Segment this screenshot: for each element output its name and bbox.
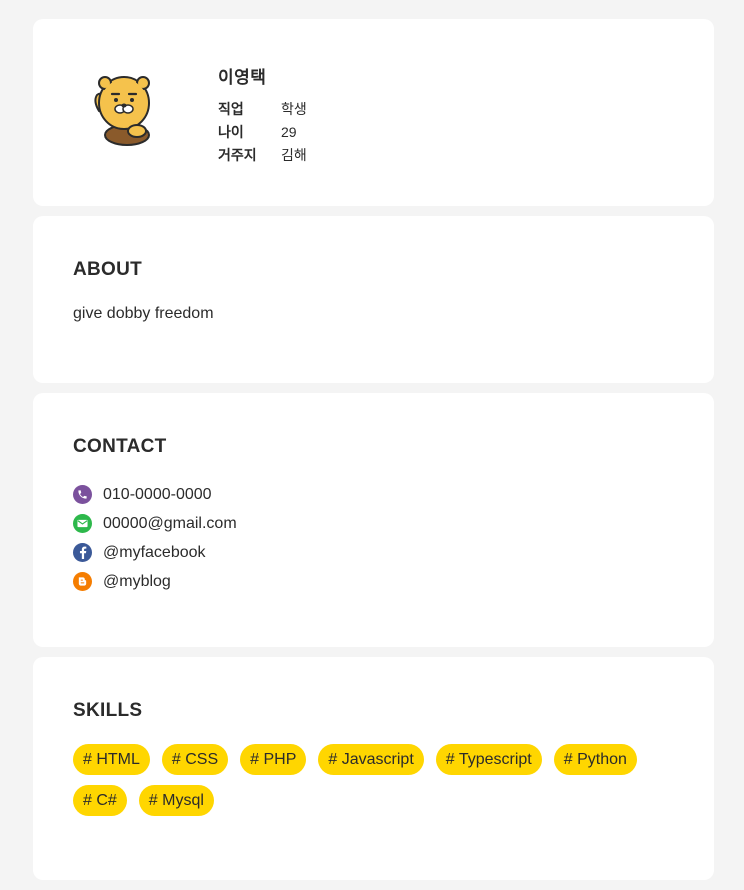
- info-row-age: 나이 29: [218, 121, 307, 144]
- facebook-icon: [73, 543, 92, 562]
- profile-info-table: 직업 학생 나이 29 거주지 김해: [218, 98, 307, 167]
- mail-icon: [73, 514, 92, 533]
- skills-title: SKILLS: [73, 700, 143, 721]
- skill-tag: # CSS: [161, 744, 229, 775]
- phone-icon: [73, 485, 92, 504]
- info-value: 학생: [281, 101, 307, 117]
- contact-item-facebook: @myfacebook: [73, 538, 237, 567]
- skill-tag: # Typescript: [435, 744, 542, 775]
- contact-item-phone: 010-0000-0000: [73, 480, 237, 509]
- contact-blog-link[interactable]: @myblog: [103, 573, 171, 591]
- info-value: 29: [281, 124, 297, 140]
- info-row-job: 직업 학생: [218, 98, 307, 121]
- contact-item-blog: @myblog: [73, 567, 237, 596]
- contact-item-email: 00000@gmail.com: [73, 509, 237, 538]
- profile-name: 이영택: [218, 68, 267, 87]
- contact-list: 010-0000-0000 00000@gmail.com @myfaceboo…: [73, 480, 237, 596]
- info-key: 직업: [218, 101, 244, 117]
- skill-tag: # Python: [553, 744, 637, 775]
- blog-icon: [73, 572, 92, 591]
- info-value: 김해: [281, 147, 307, 163]
- about-title: ABOUT: [73, 259, 143, 280]
- contact-card: CONTACT 010-0000-0000 00000@gmail.com @m…: [33, 393, 714, 647]
- about-text: give dobby freedom: [73, 305, 214, 322]
- contact-facebook-link[interactable]: @myfacebook: [103, 544, 206, 562]
- about-card: ABOUT give dobby freedom: [33, 216, 714, 383]
- skills-tag-list: # HTML # CSS # PHP # Javascript # Typesc…: [73, 744, 673, 816]
- skills-card: SKILLS # HTML # CSS # PHP # Javascript #…: [33, 657, 714, 880]
- info-row-residence: 거주지 김해: [218, 144, 307, 167]
- skill-tag: # Mysql: [138, 785, 214, 816]
- skill-tag: # HTML: [73, 744, 150, 775]
- contact-phone-link[interactable]: 010-0000-0000: [103, 486, 212, 504]
- skill-tag: # Javascript: [318, 744, 424, 775]
- contact-title: CONTACT: [73, 436, 167, 457]
- profile-card: 이영택 직업 학생 나이 29 거주지 김해: [33, 19, 714, 206]
- ryan-character-icon: [89, 71, 159, 151]
- contact-email-link[interactable]: 00000@gmail.com: [103, 515, 237, 533]
- info-key: 거주지: [218, 147, 257, 163]
- info-key: 나이: [218, 124, 244, 140]
- skill-tag: # C#: [73, 785, 127, 816]
- skill-tag: # PHP: [240, 744, 307, 775]
